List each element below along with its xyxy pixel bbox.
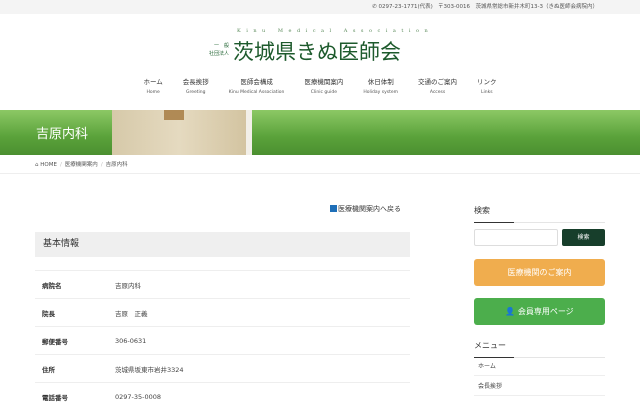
row-label: 病院名 bbox=[42, 281, 62, 290]
banner-decoration bbox=[246, 110, 252, 155]
phone-icon: ✆ bbox=[372, 4, 377, 10]
row-value: 306-0631 bbox=[115, 336, 147, 345]
table-row: 病院名 吉原内科 bbox=[35, 270, 410, 298]
search-title: 検索 bbox=[474, 205, 605, 223]
nav-item-links[interactable]: リンク Links bbox=[467, 76, 507, 95]
back-link[interactable]: 医療機関案内へ戻る bbox=[330, 204, 401, 214]
banner-decoration bbox=[164, 110, 184, 120]
nav-sublabel: Home bbox=[146, 90, 160, 95]
phone: 0297-23-1771(代表) bbox=[378, 4, 433, 10]
divider bbox=[474, 222, 605, 223]
menu-title: メニュー bbox=[474, 340, 605, 358]
nav-label: ホーム bbox=[143, 78, 163, 86]
nav-label: 交通のご案内 bbox=[418, 78, 458, 86]
row-label: 住所 bbox=[42, 365, 55, 374]
home-icon: ⌂ bbox=[35, 162, 39, 168]
row-value: 茨城県坂東市岩井3324 bbox=[115, 365, 184, 374]
nav-sublabel: Kinu Medical Association bbox=[228, 90, 285, 95]
corp-line1: 一 般 bbox=[213, 43, 229, 49]
breadcrumb-current: 吉原内科 bbox=[105, 162, 128, 168]
table-row: 住所 茨城県坂東市岩井3324 bbox=[35, 354, 410, 382]
nav-sublabel: Holiday system bbox=[363, 90, 399, 95]
corp-line2: 社団法人 bbox=[208, 51, 229, 57]
nav-item-access[interactable]: 交通のご案内 Access bbox=[408, 76, 467, 95]
row-value: 吉原 正義 bbox=[115, 309, 148, 318]
section-title: 基本情報 bbox=[35, 232, 410, 257]
page-banner: 吉原内科 bbox=[0, 110, 640, 155]
member-page-label: 会員専用ページ bbox=[517, 307, 574, 316]
row-label: 郵便番号 bbox=[42, 337, 68, 346]
logo-corp: 一 般社団法人 bbox=[205, 42, 229, 58]
info-table: 病院名 吉原内科院長 吉原 正義郵便番号 306-0631 住所 茨城県坂東市岩井3324… bbox=[35, 270, 410, 410]
nav-item-greeting[interactable]: 会長挨拶 Greeting bbox=[173, 76, 219, 95]
nav-label: 会長挨拶 bbox=[182, 78, 209, 86]
row-label: 院長 bbox=[42, 309, 55, 318]
nav-sublabel: Greeting bbox=[186, 90, 206, 95]
clinic-guide-button[interactable]: 医療機関のご案内 bbox=[474, 259, 605, 286]
page-title: 吉原内科 bbox=[36, 127, 89, 142]
search-button[interactable]: 検索 bbox=[562, 229, 605, 246]
search-input[interactable] bbox=[474, 229, 558, 246]
nav-sublabel: Access bbox=[429, 90, 446, 95]
table-row: 郵便番号 306-0631 bbox=[35, 326, 410, 354]
nav-item-clinic-guide[interactable]: 医療機関案内 Clinic guide bbox=[294, 76, 353, 95]
logo-en: Kinu Medical Association bbox=[237, 28, 434, 34]
address: 〒303-0016 茨城県常総市新井木町13-3（きぬ医師会病院内） bbox=[438, 4, 598, 10]
nav-sublabel: Links bbox=[481, 90, 493, 95]
nav-item-holiday-system[interactable]: 休日体制 Holiday system bbox=[353, 76, 408, 95]
member-page-button[interactable]: 👤 会員専用ページ bbox=[474, 298, 605, 325]
back-link-label: 医療機関案内へ戻る bbox=[338, 205, 401, 213]
search-title-text: 検索 bbox=[474, 206, 490, 215]
nav-label: リンク bbox=[477, 78, 497, 86]
nav-label: 医師会構成 bbox=[240, 78, 273, 86]
row-value: 0297-35-0008 bbox=[115, 392, 162, 401]
menu-title-text: メニュー bbox=[474, 341, 506, 350]
breadcrumb-home[interactable]: HOME bbox=[40, 162, 57, 168]
user-icon: 👤 bbox=[505, 307, 516, 316]
logo-name: 茨城県きぬ医師会 bbox=[233, 40, 401, 64]
nav-label: 医療機関案内 bbox=[304, 78, 344, 86]
breadcrumb: ⌂ HOME / 医療機関案内 / 吉原内科 bbox=[35, 162, 128, 168]
site-logo[interactable]: Kinu Medical Association 一 般社団法人 茨城県きぬ医師… bbox=[205, 28, 435, 66]
row-value: 吉原内科 bbox=[115, 281, 141, 290]
menu-item-greeting[interactable]: 会長挨拶 bbox=[474, 378, 605, 396]
row-label: 電話番号 bbox=[42, 393, 68, 402]
nav-item-kinu-medical-association[interactable]: 医師会構成 Kinu Medical Association bbox=[219, 76, 295, 95]
nav-sublabel: Clinic guide bbox=[310, 90, 338, 95]
table-row: 院長 吉原 正義 bbox=[35, 298, 410, 326]
nav-item-home[interactable]: ホーム Home bbox=[133, 76, 172, 95]
top-info-bar: ✆ 0297-23-1771(代表) 〒303-0016 茨城県常総市新井木町1… bbox=[0, 0, 640, 14]
nav-label: 休日体制 bbox=[367, 78, 394, 86]
table-row: 電話番号 0297-35-0008 bbox=[35, 382, 410, 410]
divider bbox=[0, 173, 640, 174]
menu-item-home[interactable]: ホーム bbox=[474, 358, 605, 376]
breadcrumb-clinic-guide[interactable]: 医療機関案内 bbox=[65, 162, 98, 168]
play-icon bbox=[330, 205, 337, 212]
main-nav: ホーム Home 会長挨拶 Greeting 医師会構成 Kinu Medical Ass… bbox=[0, 76, 640, 95]
